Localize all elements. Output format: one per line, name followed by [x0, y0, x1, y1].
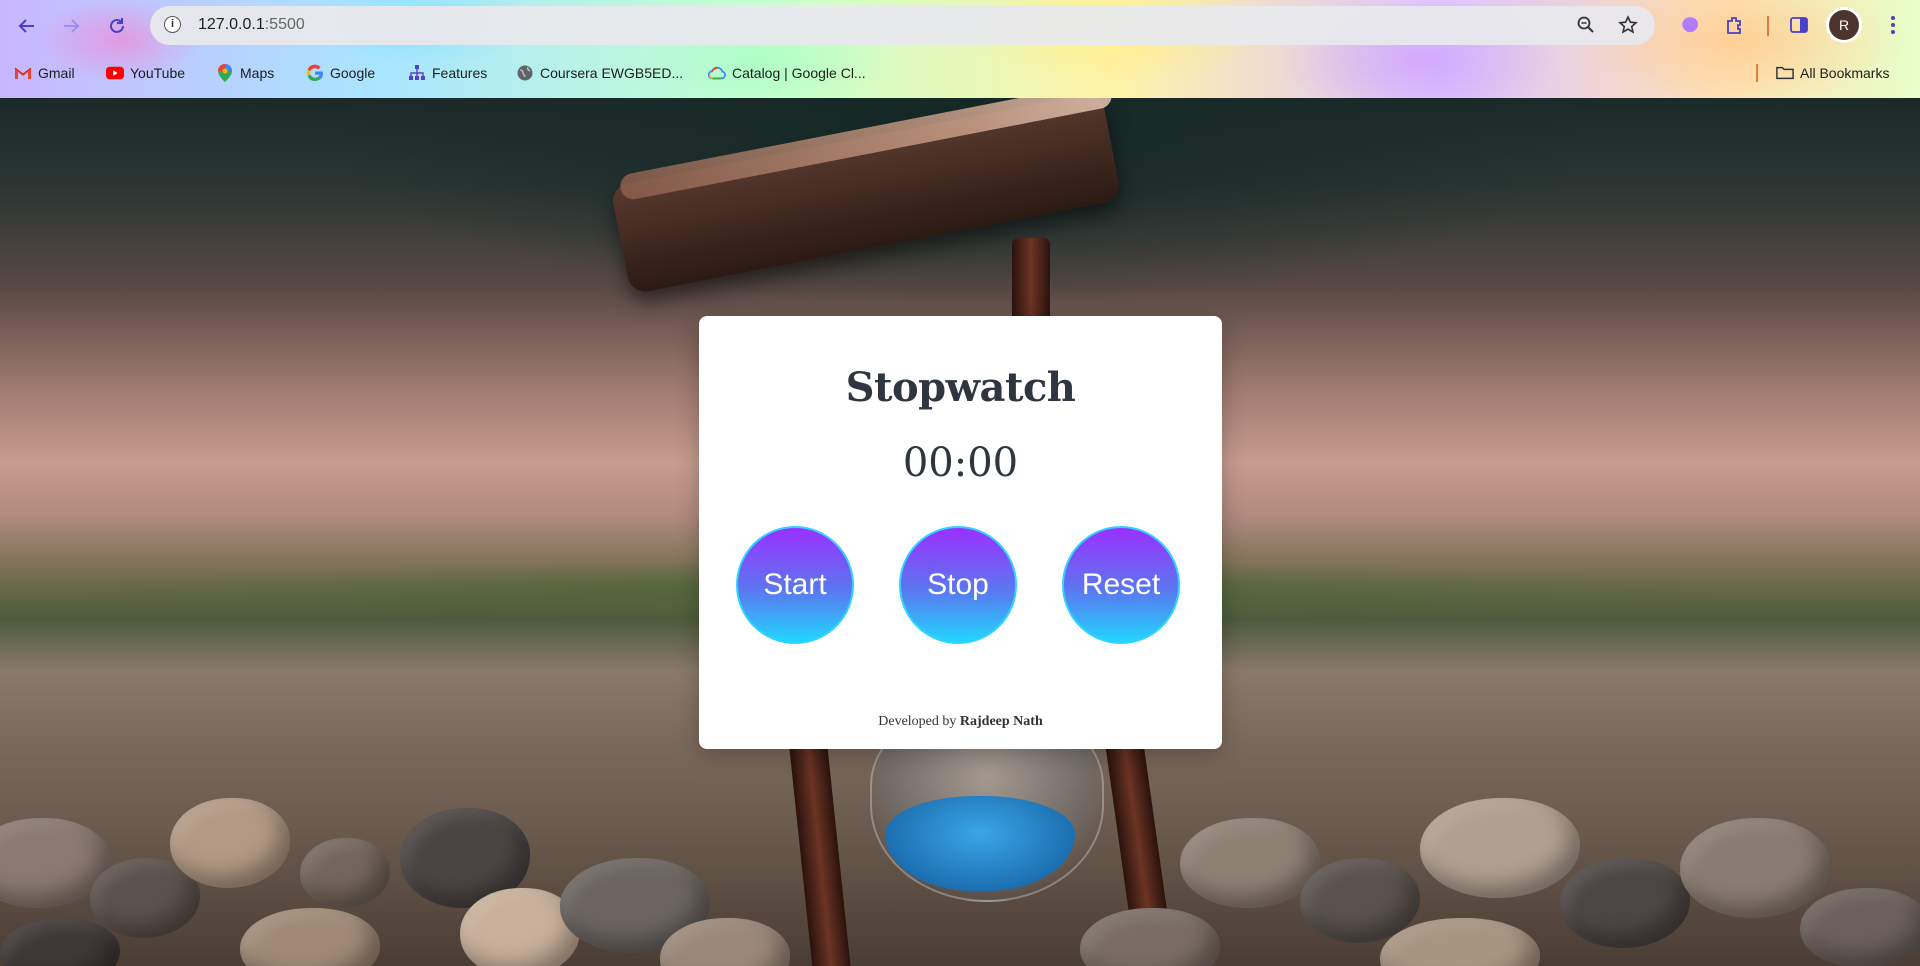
bookmark-label: Google [330, 65, 376, 81]
browser-chrome: i 127.0.0.1:5500 R Gmail YouTube Maps Go… [0, 0, 1920, 99]
side-panel-icon[interactable] [1786, 12, 1812, 38]
pebble [300, 838, 390, 908]
all-bookmarks-folder[interactable]: All Bookmarks [1776, 62, 1889, 84]
menu-kebab-icon[interactable] [1880, 12, 1906, 38]
profile-avatar[interactable]: R [1829, 10, 1859, 40]
pebble [1800, 888, 1920, 966]
bookmark-google[interactable]: Google [306, 62, 375, 84]
bookmark-features[interactable]: Features [408, 62, 487, 84]
google-icon [306, 64, 324, 82]
start-button[interactable]: Start [736, 526, 854, 644]
stopwatch-title: Stopwatch [845, 364, 1076, 411]
forward-arrow-icon [64, 19, 80, 33]
bookmarks-bar: Gmail YouTube Maps Google Features Cours… [0, 58, 1920, 88]
pebble [0, 918, 120, 966]
bookmark-label: Catalog | Google Cl... [732, 65, 866, 81]
site-info-icon[interactable]: i [164, 16, 181, 33]
bookmark-label: Features [432, 65, 488, 81]
pebble [1080, 908, 1220, 966]
back-button[interactable] [14, 13, 40, 39]
pebble [240, 908, 380, 966]
back-arrow-icon [18, 19, 34, 33]
time-display: 00:00 [902, 440, 1019, 486]
folder-icon [1776, 64, 1794, 82]
bookmark-label: Coursera EWGB5ED... [540, 65, 684, 81]
pebble [1560, 858, 1690, 948]
bookmark-label: YouTube [130, 65, 186, 81]
pebble [1680, 818, 1830, 918]
bookmark-maps[interactable]: Maps [216, 62, 274, 84]
url-text[interactable]: 127.0.0.1:5500 [198, 16, 305, 34]
bookmark-star-icon[interactable] [1616, 13, 1640, 37]
google-cloud-icon [708, 64, 726, 82]
globe-icon [516, 64, 534, 82]
stop-button[interactable]: Stop [899, 526, 1017, 644]
reload-button[interactable] [104, 13, 130, 39]
maps-icon [216, 64, 234, 82]
youtube-icon [106, 64, 124, 82]
gmail-icon [14, 64, 32, 82]
bookmark-label: Maps [240, 65, 275, 81]
address-bar[interactable]: i 127.0.0.1:5500 [150, 6, 1655, 45]
developer-credit: Developed by Rajdeep Nath [699, 714, 1222, 730]
extensions-puzzle-icon[interactable] [1722, 12, 1748, 38]
bookmark-youtube[interactable]: YouTube [106, 62, 185, 84]
bookmark-coursera[interactable]: Coursera EWGB5ED... [516, 62, 683, 84]
bookmarks-divider [1756, 64, 1758, 82]
url-port: :5500 [264, 16, 305, 33]
pebble [1420, 798, 1580, 898]
reset-button[interactable]: Reset [1062, 526, 1180, 644]
extension-blob-icon[interactable] [1678, 12, 1704, 38]
credit-author: Rajdeep Nath [959, 714, 1043, 729]
zoom-icon[interactable] [1574, 13, 1598, 37]
sitemap-icon [408, 64, 426, 82]
bookmark-catalog[interactable]: Catalog | Google Cl... [708, 62, 866, 84]
reload-icon [110, 18, 124, 33]
url-host: 127.0.0.1 [198, 16, 265, 33]
forward-button[interactable] [58, 13, 84, 39]
pebble [170, 798, 290, 888]
toolbar-divider [1767, 16, 1769, 36]
stopwatch-card: Stopwatch 00:00 Start Stop Reset Develop… [699, 316, 1222, 749]
bookmark-label: Gmail [38, 65, 75, 81]
bookmark-gmail[interactable]: Gmail [14, 62, 75, 84]
all-bookmarks-label: All Bookmarks [1800, 65, 1890, 81]
credit-prefix: Developed by [878, 714, 957, 729]
pebble [1180, 818, 1320, 908]
